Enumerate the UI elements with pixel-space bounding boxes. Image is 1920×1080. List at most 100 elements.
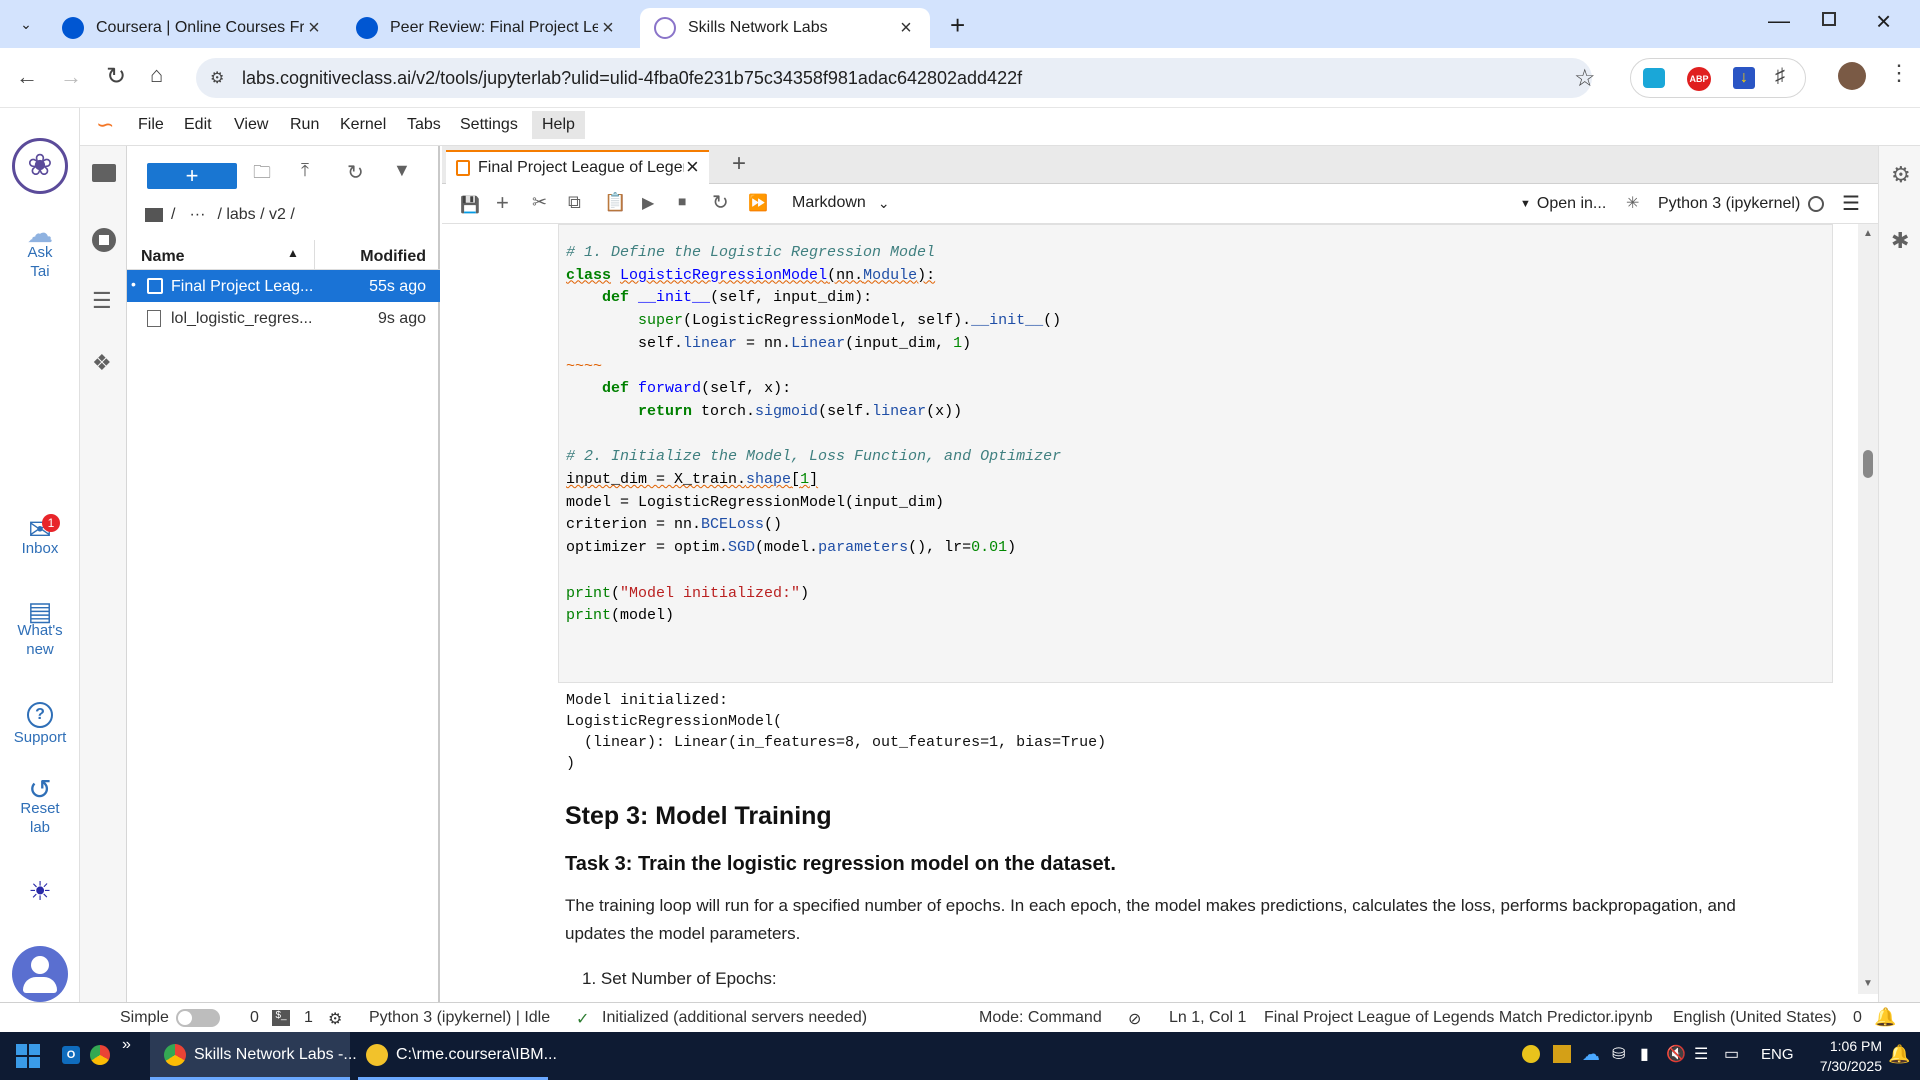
chrome-menu-icon[interactable]: ⋮ <box>1888 60 1910 86</box>
modified-column-header[interactable]: Modified <box>360 248 426 266</box>
tab-search-icon[interactable]: ⌄ <box>14 12 38 36</box>
copy-icon[interactable]: ⧉ <box>568 192 581 213</box>
no-errors-icon[interactable]: ⊘ <box>1128 1009 1141 1029</box>
menu-help[interactable]: Help <box>532 111 585 139</box>
wifi-icon[interactable]: ☰ <box>1694 1044 1708 1064</box>
menu-file[interactable]: File <box>138 116 164 134</box>
file-row-csv[interactable]: lol_logistic_regres... 9s ago <box>127 302 440 334</box>
download-extension-icon[interactable]: ↓ <box>1733 67 1755 89</box>
cell-type-select[interactable]: Markdown ⌄ <box>792 194 890 212</box>
insert-cell-icon[interactable]: + <box>496 190 509 216</box>
close-tab-icon[interactable]: × <box>598 17 618 40</box>
save-icon[interactable]: 💾 <box>460 195 480 215</box>
code-editor[interactable]: # 1. Define the Logistic Regression Mode… <box>566 242 1061 628</box>
lsp-status[interactable]: Initialized (additional servers needed) <box>602 1009 867 1027</box>
menu-settings[interactable]: Settings <box>460 116 518 134</box>
code-cell[interactable]: # 1. Define the Logistic Regression Mode… <box>558 224 1833 683</box>
scrollbar-thumb[interactable] <box>1863 450 1873 478</box>
volume-muted-icon[interactable]: 🔇 <box>1666 1044 1686 1064</box>
windows-start-icon[interactable] <box>16 1044 40 1068</box>
scroll-down-arrow-icon[interactable]: ▼ <box>1863 978 1873 989</box>
back-icon[interactable]: ← <box>16 64 38 90</box>
browser-tab-skills-network[interactable]: Skills Network Labs × <box>640 8 930 48</box>
profile-avatar[interactable] <box>1838 62 1866 90</box>
sort-ascending-icon[interactable]: ▲ <box>287 246 299 260</box>
name-column-header[interactable]: Name <box>141 248 185 266</box>
command-mode[interactable]: Mode: Command <box>979 1009 1102 1027</box>
property-inspector-menu-icon[interactable]: ☰ <box>1842 191 1860 216</box>
menu-kernel[interactable]: Kernel <box>340 116 386 134</box>
user-avatar[interactable] <box>12 946 68 1002</box>
menu-view[interactable]: View <box>234 116 268 134</box>
app-grid-icon[interactable] <box>1553 1045 1571 1063</box>
debugger-bug-icon[interactable]: ✳ <box>1626 193 1639 213</box>
kernel-name[interactable]: Python 3 (ipykernel) <box>1658 195 1800 213</box>
support-button[interactable]: ? Support <box>0 702 80 747</box>
cut-icon[interactable]: ✂ <box>532 192 547 213</box>
running-sessions-icon[interactable] <box>92 228 116 252</box>
input-language[interactable]: ENG <box>1761 1046 1794 1063</box>
close-tab-icon[interactable]: × <box>896 17 916 40</box>
new-folder-icon[interactable]: 🗀 <box>253 160 271 190</box>
new-tab-icon[interactable]: + <box>950 10 965 41</box>
notebook-content[interactable]: # 1. Define the Logistic Regression Mode… <box>448 224 1858 994</box>
close-tab-icon[interactable]: × <box>304 17 324 40</box>
whats-new-button[interactable]: ▤ What's new <box>0 598 80 659</box>
current-file-path[interactable]: Final Project League of Legends Match Pr… <box>1264 1009 1653 1027</box>
notification-center-icon[interactable]: 🔔 <box>1888 1044 1910 1065</box>
new-launcher-tab-icon[interactable]: + <box>724 150 754 180</box>
extensions-puzzle-icon[interactable]: ♯ <box>1775 65 1785 88</box>
kernel-count[interactable]: 1 <box>304 1009 313 1027</box>
upload-icon[interactable]: ⤒ <box>301 160 309 181</box>
notification-count[interactable]: 0 <box>1853 1009 1862 1027</box>
notebook-scrollbar[interactable]: ▲ ▼ <box>1858 224 1878 994</box>
menu-run[interactable]: Run <box>290 116 319 134</box>
home-icon[interactable]: ⌂ <box>150 62 163 88</box>
reload-icon[interactable]: ↻ <box>106 62 126 91</box>
kernel-gear-icon[interactable]: ⚙ <box>328 1009 342 1029</box>
paste-icon[interactable]: 📋 <box>604 192 626 213</box>
table-of-contents-icon[interactable]: ☰ <box>92 288 112 314</box>
property-inspector-gear-icon[interactable]: ⚙ <box>1891 162 1911 188</box>
forward-icon[interactable]: → <box>60 64 82 90</box>
browser-tab-peer-review[interactable]: Peer Review: Final Project Leagu × <box>342 8 632 48</box>
reset-lab-button[interactable]: ↺ Reset lab <box>0 776 80 837</box>
ask-tai-button[interactable]: ☁ Ask Tai <box>0 220 80 281</box>
inbox-button[interactable]: ✉ 1 Inbox <box>0 514 80 558</box>
simple-mode-toggle[interactable] <box>176 1009 220 1027</box>
taskbar-app-chrome[interactable]: Skills Network Labs -... <box>150 1032 357 1080</box>
notebook-tab[interactable]: Final Project League of Leger × <box>446 150 709 184</box>
weather-icon[interactable] <box>1522 1045 1540 1063</box>
onedrive-cloud-icon[interactable]: ☁ <box>1582 1044 1600 1065</box>
taskbar-overflow-icon[interactable]: » <box>122 1036 131 1054</box>
cursor-position[interactable]: Ln 1, Col 1 <box>1169 1009 1246 1027</box>
site-info-icon[interactable]: ⚙ <box>210 68 224 88</box>
debugger-icon[interactable]: ✱ <box>1891 228 1909 254</box>
display-language[interactable]: English (United States) <box>1673 1009 1837 1027</box>
terminal-count[interactable]: 0 <box>250 1009 259 1027</box>
kernel-status[interactable]: Python 3 (ipykernel) | Idle <box>369 1009 550 1027</box>
folder-icon[interactable] <box>145 208 163 222</box>
restore-window-icon[interactable] <box>1822 12 1836 26</box>
file-row-notebook[interactable]: • Final Project Leag... 55s ago <box>127 270 440 302</box>
browser-tab-coursera[interactable]: Coursera | Online Courses From × <box>48 8 338 48</box>
security-icon[interactable]: ⛁ <box>1612 1044 1625 1064</box>
minimize-window-icon[interactable]: — <box>1768 8 1790 34</box>
extension-manager-puzzle-icon[interactable]: ❖ <box>92 350 112 376</box>
notification-bell-icon[interactable]: 🔔 <box>1874 1007 1896 1028</box>
close-notebook-tab-icon[interactable]: × <box>686 154 699 180</box>
new-launcher-button[interactable]: + <box>147 163 237 189</box>
close-window-icon[interactable]: × <box>1876 6 1891 37</box>
interrupt-kernel-icon[interactable]: ■ <box>678 193 686 209</box>
scroll-up-arrow-icon[interactable]: ▲ <box>1863 228 1873 239</box>
chrome-pinned-icon[interactable] <box>90 1045 110 1065</box>
outlook-icon[interactable]: O <box>62 1046 80 1064</box>
url-text[interactable]: labs.cognitiveclass.ai/v2/tools/jupyterl… <box>242 68 1022 89</box>
usb-icon[interactable]: ▮ <box>1640 1044 1649 1064</box>
restart-run-all-icon[interactable]: ⏩ <box>748 193 768 213</box>
taskbar-clock[interactable]: 1:06 PM 7/30/2025 <box>1802 1036 1882 1076</box>
filter-icon[interactable]: ▼ <box>393 160 411 181</box>
printer-extension-icon[interactable] <box>1643 68 1665 88</box>
menu-tabs[interactable]: Tabs <box>407 116 441 134</box>
run-cell-icon[interactable]: ▶ <box>642 193 654 213</box>
